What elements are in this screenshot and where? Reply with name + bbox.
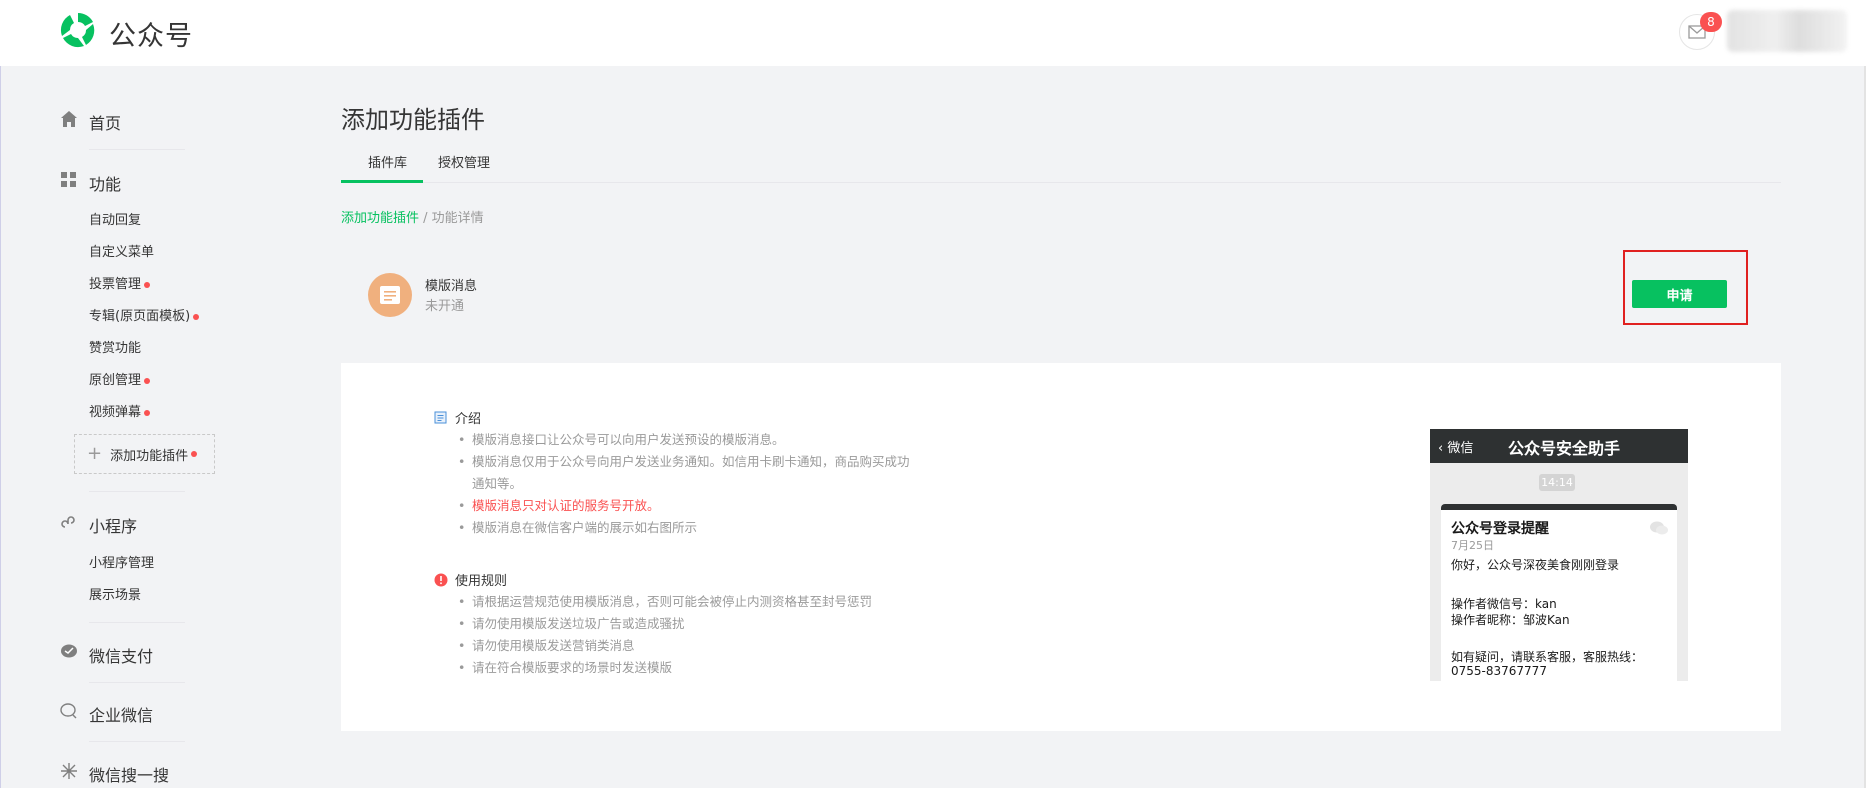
sidebar-item-home[interactable]: 首页 <box>89 110 121 134</box>
new-dot-icon <box>191 451 198 457</box>
intro-bullet: 模版消息在微信客户端的展示如右图所示 <box>458 517 912 539</box>
wechat-official-logo-icon[interactable] <box>58 10 98 50</box>
plugin-name: 模版消息 <box>425 279 478 294</box>
breadcrumb: 添加功能插件 / 功能详情 <box>341 211 484 226</box>
document-icon <box>434 411 447 424</box>
sidebar-subitem-original[interactable]: 原创管理 <box>89 369 151 388</box>
top-bar: 公众号 8 <box>0 0 1866 66</box>
rules-bullet: 请根据运营规范使用模版消息，否则可能会被停止内测资格甚至封号惩罚 <box>458 591 992 613</box>
new-dot-icon <box>144 409 151 416</box>
sidebar-subitem-display-scene[interactable]: 展示场景 <box>89 584 141 603</box>
rules-bullet: 请勿使用模版发送垃圾广告或造成骚扰 <box>458 613 992 635</box>
preview-message-card: 公众号登录提醒 7月25日 你好，公众号深夜美食刚刚登录 操作者微信号：kan … <box>1441 504 1677 681</box>
intro-bullet: 模版消息仅用于公众号向用户发送业务通知。如信用卡刷卡通知，商品购买成功通知等。 <box>458 451 912 495</box>
sidebar-item-miniprogram[interactable]: 小程序 <box>89 513 137 537</box>
miniprogram-icon <box>61 516 75 528</box>
tab-plugin-library[interactable]: 插件库 <box>368 152 407 171</box>
add-plugin-label: 添加功能插件 <box>110 448 189 464</box>
alert-icon <box>434 573 448 587</box>
sidebar-subitem-miniprogram-manage[interactable]: 小程序管理 <box>89 552 154 571</box>
rules-title: 使用规则 <box>455 574 508 589</box>
app-name: 公众号 <box>109 21 193 52</box>
new-dot-icon <box>193 313 200 320</box>
sidebar-subitem-reward[interactable]: 赞赏功能 <box>89 337 141 356</box>
sidebar-subitem-custom-menu[interactable]: 自定义菜单 <box>89 241 154 260</box>
sidebar-item-work-wechat[interactable]: 企业微信 <box>89 702 153 726</box>
new-dot-icon <box>144 281 151 288</box>
intro-title: 介绍 <box>455 412 482 427</box>
sidebar-subitem-vote[interactable]: 投票管理 <box>89 273 151 292</box>
sidebar-subitem-auto-reply[interactable]: 自动回复 <box>89 209 141 228</box>
rules-bullet: 请在符合模版要求的场景时发送模版 <box>458 657 992 679</box>
search-sparkle-icon <box>61 763 77 779</box>
plugin-status: 未开通 <box>425 299 465 314</box>
sidebar-item-search[interactable]: 微信搜一搜 <box>89 762 169 786</box>
add-plugin-button[interactable]: + 添加功能插件 <box>74 434 215 474</box>
preview-help: 如有疑问，请联系客服，客服热线： <box>1451 650 1644 664</box>
page-title: 添加功能插件 <box>341 106 485 134</box>
rules-bullet: 请勿使用模版发送营销类消息 <box>458 635 992 657</box>
preview-operator-nick: 操作者昵称：邹波Kan <box>1451 613 1570 627</box>
sidebar-subitem-album[interactable]: 专辑(原页面模板) <box>89 305 200 324</box>
active-tab-indicator <box>341 180 423 183</box>
notification-badge: 8 <box>1700 12 1722 32</box>
intro-bullet: 模版消息接口让公众号可以向用户发送预设的模版消息。 <box>458 429 912 451</box>
sidebar-subitem-danmaku[interactable]: 视频弹幕 <box>89 401 151 420</box>
template-message-icon <box>368 273 412 317</box>
avatar[interactable] <box>1727 10 1847 52</box>
preview-greeting: 你好，公众号深夜美食刚刚登录 <box>1451 558 1620 572</box>
plus-icon: + <box>87 443 103 464</box>
work-wechat-icon <box>60 703 77 719</box>
preview-title: 公众号安全助手 <box>1508 439 1621 458</box>
breadcrumb-current: 功能详情 <box>431 211 484 226</box>
preview-header: ‹ 微信 公众号安全助手 <box>1430 429 1688 463</box>
tab-auth-management[interactable]: 授权管理 <box>438 152 490 171</box>
sidebar-item-pay[interactable]: 微信支付 <box>89 643 153 667</box>
sidebar-item-features[interactable]: 功能 <box>89 171 121 195</box>
wechat-pay-icon <box>61 644 77 658</box>
tabs-divider <box>341 182 1781 183</box>
apply-button[interactable]: 申请 <box>1632 280 1727 308</box>
home-icon <box>61 111 77 127</box>
preview-operator-id: 操作者微信号：kan <box>1451 597 1557 611</box>
preview-msg-date: 7月25日 <box>1451 539 1494 552</box>
preview-time: 14:14 <box>1539 474 1575 491</box>
wechat-icon <box>1650 521 1668 535</box>
breadcrumb-link[interactable]: 添加功能插件 <box>341 211 419 226</box>
grid-icon <box>61 172 76 187</box>
preview-msg-title: 公众号登录提醒 <box>1451 521 1549 537</box>
preview-back: ‹ 微信 <box>1438 441 1474 456</box>
preview-phone: 0755-83767777 <box>1451 664 1547 678</box>
message-preview-image: ‹ 微信 公众号安全助手 14:14 公众号登录提醒 7月25日 你好，公众号深… <box>1430 429 1688 681</box>
intro-bullet-warning: 模版消息只对认证的服务号开放。 <box>458 495 912 517</box>
new-dot-icon <box>144 377 151 384</box>
